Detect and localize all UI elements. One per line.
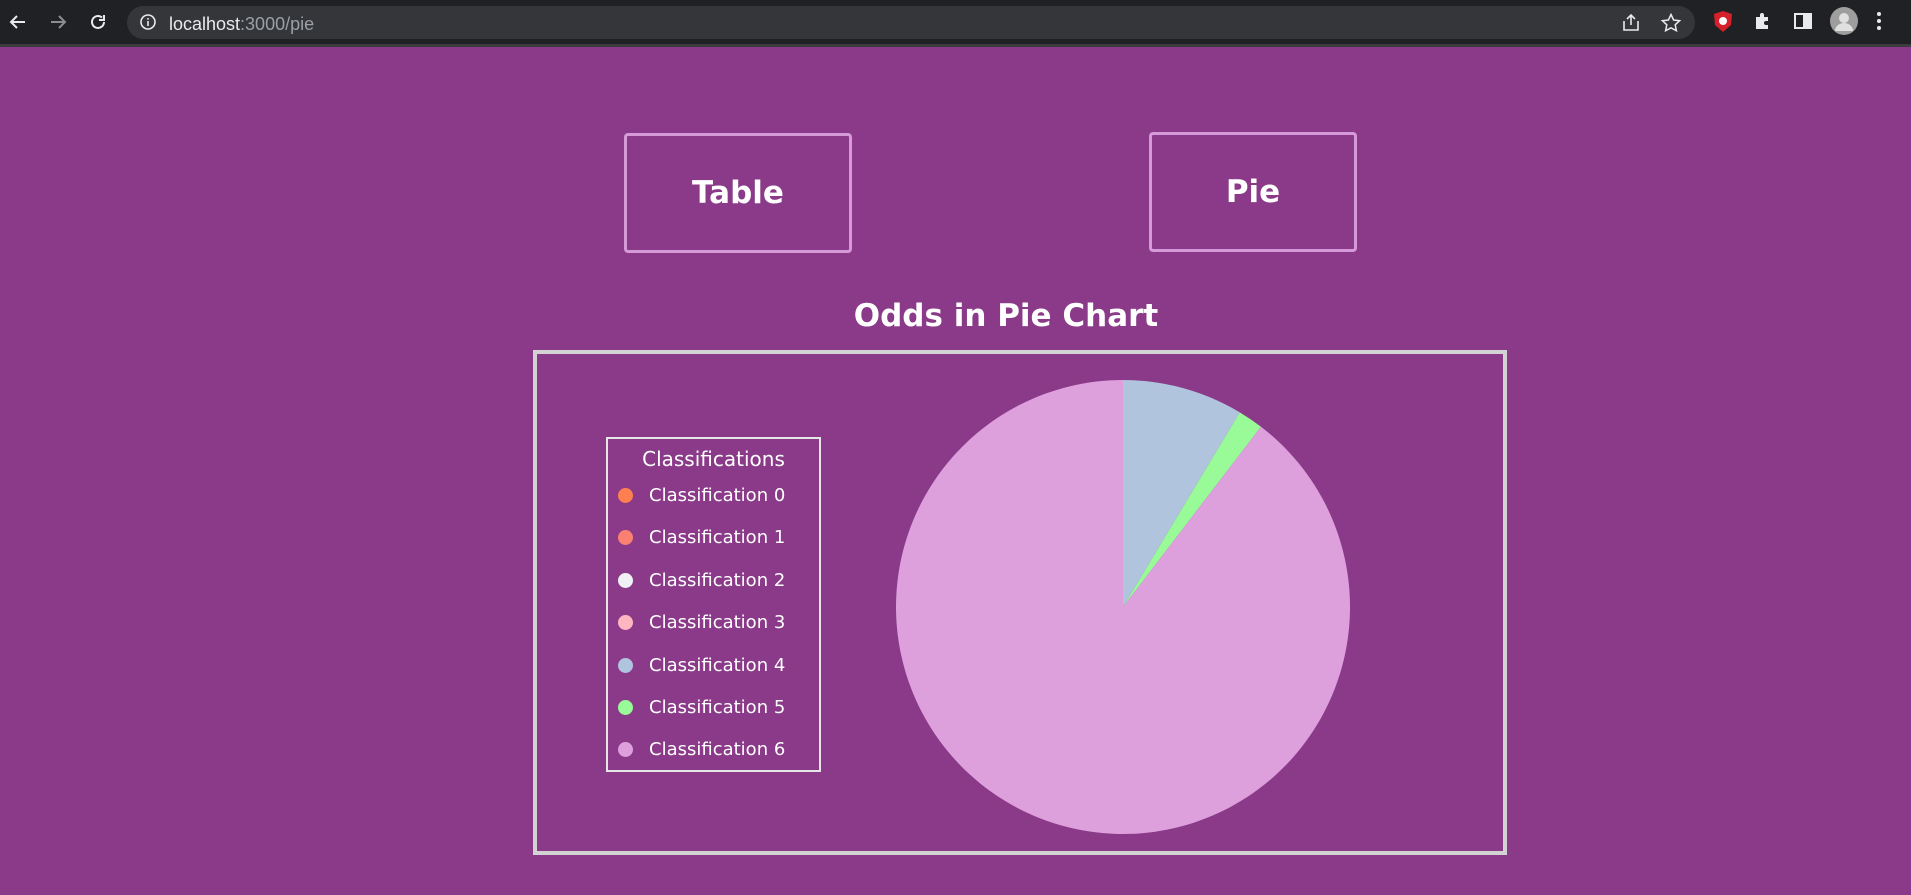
pie-slice-6[interactable] bbox=[896, 380, 1350, 834]
url-text: localhost:3000/pie bbox=[169, 14, 314, 35]
pie-nav-button[interactable]: Pie bbox=[1149, 132, 1357, 252]
legend-marker bbox=[618, 487, 633, 503]
site-info-icon[interactable] bbox=[139, 13, 157, 35]
back-icon[interactable] bbox=[4, 8, 32, 36]
legend-marker bbox=[618, 614, 633, 630]
legend-item[interactable]: Classification 3 bbox=[618, 610, 785, 634]
legend-label: Classification 3 bbox=[649, 611, 786, 633]
legend-item[interactable]: Classification 4 bbox=[618, 653, 785, 677]
side-panel-icon[interactable] bbox=[1792, 10, 1814, 36]
browser-toolbar: localhost:3000/pie bbox=[0, 0, 1911, 44]
chart-title: Odds in Pie Chart bbox=[853, 298, 1159, 334]
toolbar-divider bbox=[0, 44, 1911, 47]
brave-shield-icon[interactable] bbox=[1712, 10, 1734, 38]
legend-title: Classifications bbox=[642, 447, 785, 471]
share-icon[interactable] bbox=[1620, 12, 1642, 38]
legend-marker bbox=[618, 741, 633, 757]
forward-icon[interactable] bbox=[44, 8, 72, 36]
legend-marker bbox=[618, 699, 633, 715]
more-menu-icon[interactable] bbox=[1874, 10, 1884, 36]
address-bar[interactable]: localhost:3000/pie bbox=[127, 6, 1695, 39]
legend-label: Classification 4 bbox=[649, 654, 786, 676]
profile-avatar[interactable] bbox=[1830, 7, 1858, 39]
legend-label: Classification 1 bbox=[649, 526, 786, 548]
legend-label: Classification 2 bbox=[649, 569, 786, 591]
legend-marker bbox=[618, 657, 633, 673]
legend-label: Classification 5 bbox=[649, 696, 786, 718]
reload-icon[interactable] bbox=[84, 8, 112, 36]
legend-item[interactable]: Classification 0 bbox=[618, 483, 785, 507]
table-nav-button[interactable]: Table bbox=[624, 133, 852, 253]
extensions-puzzle-icon[interactable] bbox=[1752, 10, 1774, 36]
url-path: :3000/pie bbox=[240, 14, 315, 34]
bookmark-star-icon[interactable] bbox=[1660, 12, 1682, 38]
legend-marker bbox=[618, 572, 633, 588]
legend-label: Classification 0 bbox=[649, 484, 786, 506]
pie-chart bbox=[896, 380, 1350, 834]
url-host: localhost bbox=[169, 14, 241, 34]
legend-item[interactable]: Classification 6 bbox=[618, 737, 785, 761]
legend-item[interactable]: Classification 2 bbox=[618, 568, 785, 592]
legend-item[interactable]: Classification 5 bbox=[618, 695, 785, 719]
legend-label: Classification 6 bbox=[649, 738, 786, 760]
legend-marker bbox=[618, 529, 633, 545]
chart-legend: Classifications Classification 0 Classif… bbox=[606, 437, 821, 772]
legend-item[interactable]: Classification 1 bbox=[618, 525, 785, 549]
